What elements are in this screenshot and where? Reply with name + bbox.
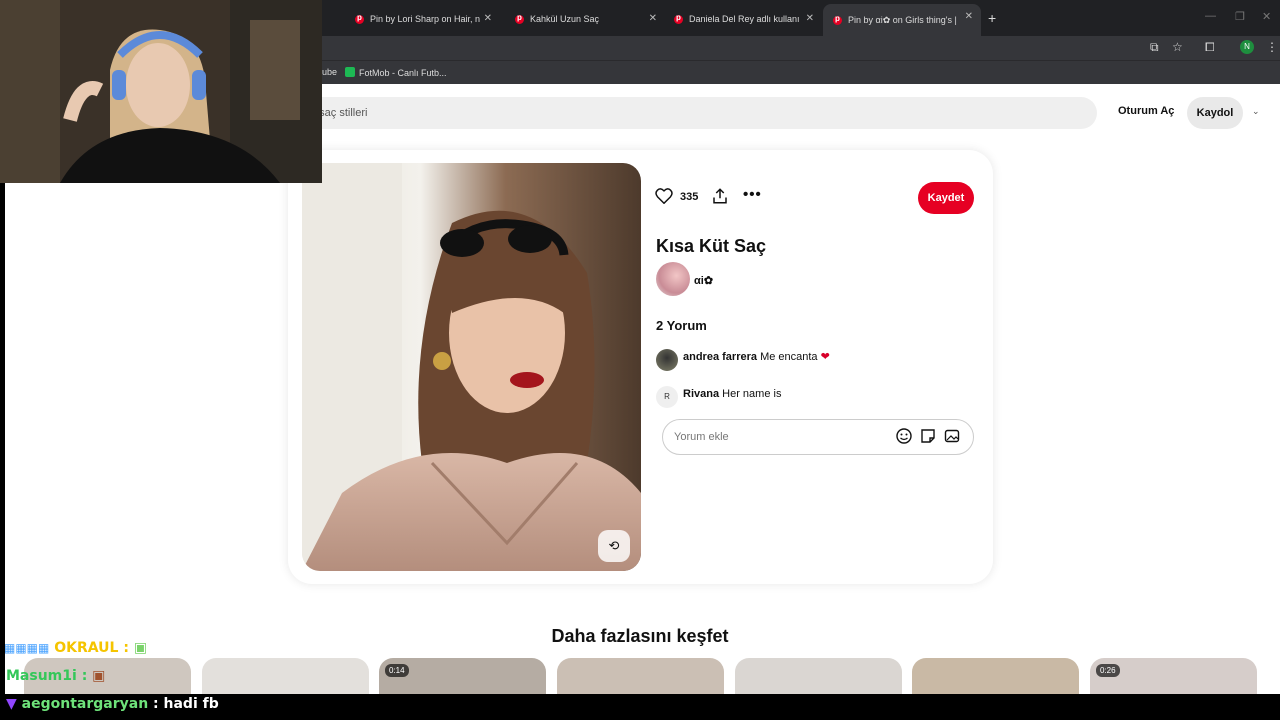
bookmark-item[interactable]: ube bbox=[322, 67, 337, 77]
save-button[interactable]: Kaydet bbox=[918, 182, 974, 214]
menu-kebab-icon[interactable]: ⋮ bbox=[1266, 40, 1278, 54]
minimize-icon[interactable]: — bbox=[1205, 10, 1216, 22]
video-duration: 0:14 bbox=[385, 664, 409, 677]
browser-tab[interactable]: Pin by Lori Sharp on Hair, nails, ✕ bbox=[345, 6, 500, 32]
comment-user[interactable]: Rivana bbox=[683, 388, 719, 400]
pin-title: Kısa Küt Saç bbox=[656, 236, 767, 256]
badge-icons: ▦▦▦▦ bbox=[4, 641, 50, 655]
close-tab-icon[interactable]: ✕ bbox=[484, 13, 492, 24]
pinterest-icon bbox=[674, 13, 683, 24]
new-tab-button[interactable]: + bbox=[988, 10, 996, 26]
heart-emoji: ❤ bbox=[820, 351, 830, 363]
chat-message: : bbox=[81, 668, 88, 684]
webcam-feed-image bbox=[0, 0, 322, 183]
explore-pin-thumb[interactable] bbox=[912, 658, 1079, 698]
comment-text: Me encanta bbox=[760, 351, 818, 363]
fotmob-icon bbox=[345, 67, 355, 77]
emote-icon: ▣ bbox=[92, 668, 106, 684]
emoji-icon[interactable] bbox=[896, 428, 912, 444]
comments-heading: 2 Yorum bbox=[656, 318, 707, 333]
author-avatar[interactable] bbox=[656, 262, 690, 296]
chat-message: : bbox=[123, 640, 129, 656]
chat-message: : hadi fb bbox=[153, 696, 219, 712]
heart-icon[interactable] bbox=[655, 188, 673, 204]
close-tab-icon[interactable]: ✕ bbox=[965, 11, 973, 22]
portrait-illustration bbox=[302, 163, 641, 571]
overlay-panel bbox=[0, 183, 5, 694]
explore-pin-thumb[interactable] bbox=[202, 658, 369, 698]
bookmark-star-icon[interactable]: ☆ bbox=[1172, 40, 1183, 54]
chat-user: OKRAUL bbox=[54, 640, 119, 656]
comment: andrea farrera Me encanta ❤ bbox=[683, 350, 830, 363]
pin-image[interactable] bbox=[302, 163, 641, 571]
explore-pin-thumb[interactable] bbox=[557, 658, 724, 698]
visual-search-button[interactable]: ⟲ bbox=[598, 530, 630, 562]
badge-icon: ▼ bbox=[6, 696, 17, 712]
extensions-icon[interactable]: ⧠ bbox=[1205, 40, 1215, 55]
explore-heading: Daha fazlasını keşfet bbox=[551, 626, 729, 646]
close-tab-icon[interactable]: ✕ bbox=[806, 13, 814, 24]
video-duration: 0:26 bbox=[1096, 664, 1120, 677]
comment-user[interactable]: andrea farrera bbox=[683, 351, 757, 363]
profile-avatar[interactable]: N bbox=[1240, 40, 1254, 54]
explore-pin-thumb[interactable]: 0:26 bbox=[1090, 658, 1257, 698]
chat-user: aegontargaryan bbox=[21, 696, 149, 712]
screen: Pin by Lori Sharp on Hair, nails, ✕ Kahk… bbox=[0, 0, 1280, 720]
pinterest-icon bbox=[833, 14, 842, 25]
sticker-icon[interactable] bbox=[920, 428, 936, 444]
share-icon[interactable] bbox=[711, 187, 729, 205]
bookmark-label: FotMob - Canlı Futb... bbox=[359, 68, 447, 78]
more-options-icon[interactable]: ••• bbox=[743, 186, 762, 203]
explore-pin-thumb[interactable]: 0:14 bbox=[379, 658, 546, 698]
pinterest-icon bbox=[355, 13, 364, 24]
browser-tab-active[interactable]: Pin by αi✿ on Girls thing's | Bar ✕ bbox=[823, 4, 981, 36]
chevron-down-icon[interactable]: ⌄ bbox=[1252, 106, 1260, 117]
close-tab-icon[interactable]: ✕ bbox=[649, 13, 657, 24]
comment: Rivana Her name is bbox=[683, 388, 781, 400]
like-count: 335 bbox=[680, 191, 699, 203]
tab-title: Pin by αi✿ on Girls thing's | Bar bbox=[848, 14, 958, 25]
bookmark-item[interactable]: FotMob - Canlı Futb... bbox=[345, 67, 447, 78]
restore-window-icon[interactable]: ❐ bbox=[1235, 10, 1245, 23]
image-upload-icon[interactable] bbox=[944, 428, 960, 444]
explore-pin-thumb[interactable] bbox=[735, 658, 902, 698]
streamer-webcam bbox=[0, 0, 322, 183]
tab-title: Kahkül Uzun Saç bbox=[530, 14, 600, 24]
browser-tab[interactable]: Daniela Del Rey adlı kullanıcının ✕ bbox=[664, 6, 822, 32]
install-app-icon[interactable]: ⧉ bbox=[1150, 40, 1159, 55]
chat-line: ▦▦▦▦ OKRAUL : ▣ bbox=[4, 640, 147, 656]
chat-line: ▼ aegontargaryan : hadi fb bbox=[6, 696, 219, 712]
commenter-avatar[interactable] bbox=[656, 349, 678, 371]
chat-line: Masum1i : ▣ bbox=[6, 668, 105, 684]
author-name[interactable]: αi✿ bbox=[694, 274, 713, 287]
signup-button[interactable]: Kaydol bbox=[1187, 97, 1243, 129]
emote-icon: ▣ bbox=[133, 640, 148, 656]
commenter-avatar[interactable]: R bbox=[656, 386, 678, 408]
comment-text: Her name is bbox=[722, 388, 782, 400]
tab-title: Daniela Del Rey adlı kullanıcının bbox=[689, 14, 799, 24]
browser-tab[interactable]: Kahkül Uzun Saç ✕ bbox=[505, 6, 665, 32]
login-link[interactable]: Oturum Aç bbox=[1118, 105, 1174, 117]
chat-user: Masum1i bbox=[6, 668, 77, 684]
close-window-icon[interactable]: ✕ bbox=[1262, 10, 1271, 23]
pinterest-icon bbox=[515, 13, 524, 24]
tab-title: Pin by Lori Sharp on Hair, nails, bbox=[370, 14, 480, 24]
search-input[interactable]: a saç stilleri bbox=[300, 97, 1097, 129]
